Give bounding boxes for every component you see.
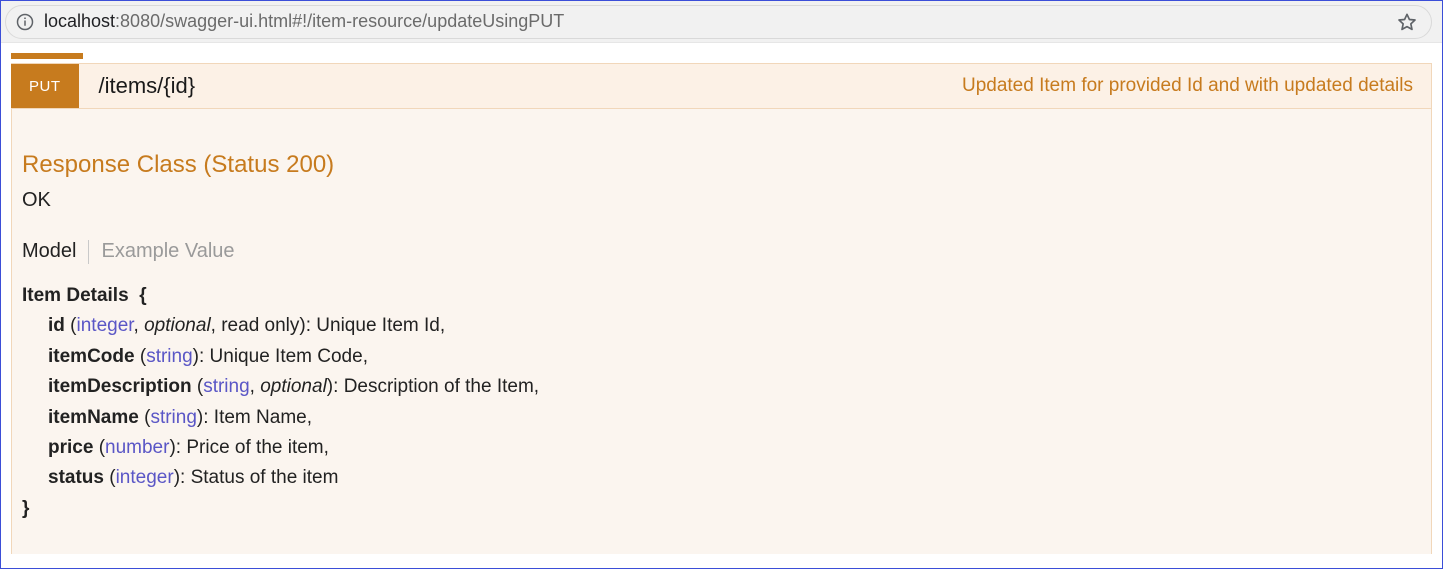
operation-body: Response Class (Status 200) OK Model Exa… (11, 109, 1432, 554)
tab-model[interactable]: Model (22, 238, 76, 265)
model-prop-itemcode: itemCode (string): Unique Item Code, (22, 342, 1421, 372)
response-status-text: OK (22, 189, 1421, 212)
response-class-heading: Response Class (Status 200) (22, 151, 1421, 179)
address-input[interactable]: localhost:8080/swagger-ui.html#!/item-re… (5, 5, 1432, 39)
url-text: localhost:8080/swagger-ui.html#!/item-re… (44, 11, 1389, 32)
prop-name: price (48, 437, 93, 458)
bookmark-star-icon[interactable] (1397, 12, 1417, 32)
prop-optional: optional (144, 315, 211, 336)
model-prop-price: price (number): Price of the item, (22, 433, 1421, 463)
site-info-icon[interactable] (16, 13, 34, 31)
tab-example-value[interactable]: Example Value (101, 238, 234, 265)
model-prop-id: id (integer, optional, read only): Uniqu… (22, 311, 1421, 341)
prop-name: id (48, 315, 65, 336)
prop-desc: Unique Item Id (316, 315, 440, 336)
prop-type: string (150, 407, 196, 428)
prop-desc: Unique Item Code (210, 346, 363, 367)
prop-desc: Price of the item (186, 437, 323, 458)
operation-header[interactable]: PUT /items/{id} Updated Item for provide… (11, 63, 1432, 109)
prop-type: string (203, 376, 249, 397)
tab-divider (88, 240, 89, 264)
prop-name: itemDescription (48, 376, 192, 397)
prop-desc: Item Name (214, 407, 307, 428)
prop-name: status (48, 467, 104, 488)
schema-tabs: Model Example Value (22, 238, 1421, 265)
endpoint-path[interactable]: /items/{id} (99, 73, 196, 99)
prop-type: string (146, 346, 192, 367)
prop-type: number (105, 437, 169, 458)
model-title: Item Details (22, 285, 129, 306)
operation-accent-bar (11, 53, 83, 59)
prop-readonly: read only (221, 315, 299, 336)
close-brace: } (22, 494, 1421, 524)
model-schema: Item Details { id (integer, optional, re… (22, 281, 1421, 524)
operation-summary: Updated Item for provided Id and with up… (962, 75, 1431, 97)
model-prop-itemdescription: itemDescription (string, optional): Desc… (22, 372, 1421, 402)
prop-optional: optional (260, 376, 327, 397)
prop-type: integer (77, 315, 134, 336)
prop-desc: Description of the Item (344, 376, 534, 397)
browser-address-bar: localhost:8080/swagger-ui.html#!/item-re… (1, 1, 1442, 43)
prop-type: integer (116, 467, 174, 488)
prop-desc: Status of the item (191, 467, 339, 488)
model-prop-status: status (integer): Status of the item (22, 463, 1421, 493)
http-method-badge: PUT (11, 64, 79, 108)
model-prop-itemname: itemName (string): Item Name, (22, 403, 1421, 433)
prop-name: itemCode (48, 346, 135, 367)
prop-name: itemName (48, 407, 139, 428)
